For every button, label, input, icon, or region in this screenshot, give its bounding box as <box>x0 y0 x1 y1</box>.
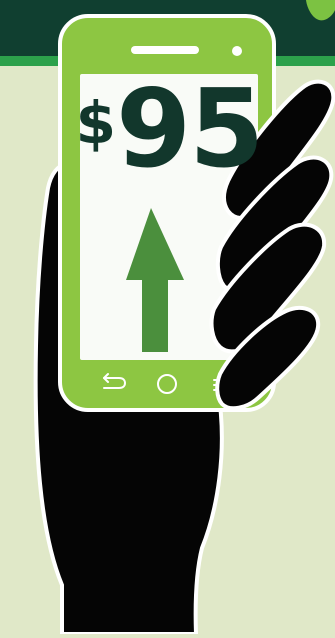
phone-price-illustration: $ 95 <box>0 0 335 636</box>
phone-camera <box>232 46 242 56</box>
price-amount: 95 <box>116 67 264 192</box>
price-display: $ 95 <box>76 76 265 216</box>
currency-symbol: $ <box>75 89 116 157</box>
phone-speaker <box>131 46 199 54</box>
